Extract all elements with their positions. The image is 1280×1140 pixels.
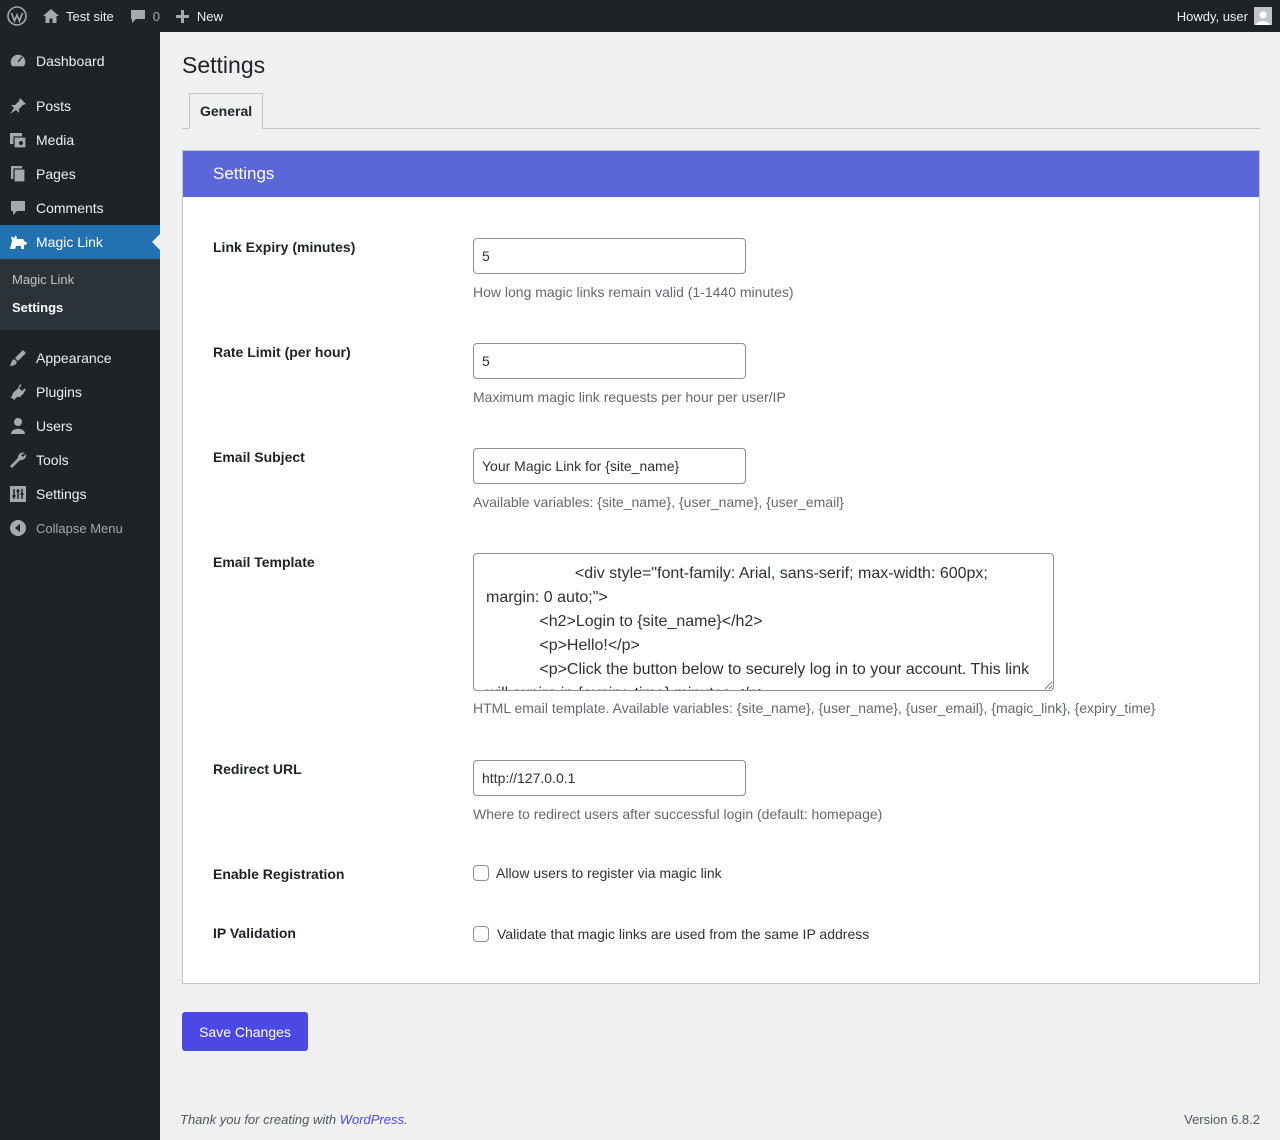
ip-validation-label: IP Validation	[213, 925, 296, 941]
ip-validation-checkbox[interactable]	[473, 926, 489, 942]
sidebar-item-label: Magic Link	[36, 234, 103, 250]
save-changes-button[interactable]: Save Changes	[182, 1012, 308, 1051]
email-template-description: HTML email template. Available variables…	[473, 700, 1156, 716]
footer-thanks-prefix: Thank you for creating with	[180, 1112, 340, 1127]
wordpress-logo-icon[interactable]	[0, 0, 34, 32]
email-subject-input[interactable]	[473, 448, 746, 484]
enable-registration-checkbox-label: Allow users to register via magic link	[496, 865, 722, 881]
sidebar-item-appearance[interactable]: Appearance	[0, 341, 160, 375]
rate-limit-description: Maximum magic link requests per hour per…	[473, 389, 786, 405]
sidebar-item-plugins[interactable]: Plugins	[0, 375, 160, 409]
rate-limit-label: Rate Limit (per hour)	[213, 344, 351, 360]
new-content-link[interactable]: New	[168, 0, 231, 32]
collapse-menu-label: Collapse Menu	[36, 520, 123, 536]
media-icon	[8, 130, 28, 150]
redirect-url-description: Where to redirect users after successful…	[473, 806, 883, 822]
link-expiry-label: Link Expiry (minutes)	[213, 239, 356, 255]
collapse-arrow-icon	[8, 518, 28, 538]
sidebar-item-label: Posts	[36, 98, 72, 114]
magic-link-submenu: Magic Link Settings	[0, 259, 160, 330]
enable-registration-label: Enable Registration	[213, 866, 345, 882]
my-account-link[interactable]: Howdy, user	[1169, 0, 1280, 32]
sidebar-item-label: Appearance	[36, 350, 112, 366]
comment-icon	[8, 198, 28, 218]
pages-icon	[8, 164, 28, 184]
email-template-label: Email Template	[213, 554, 315, 570]
rate-limit-input[interactable]	[473, 343, 746, 379]
sidebar-item-settings[interactable]: Settings	[0, 477, 160, 511]
submenu-item-magic-link[interactable]: Magic Link	[0, 266, 160, 294]
sidebar-item-tools[interactable]: Tools	[0, 443, 160, 477]
greeting: Howdy, user	[1176, 8, 1248, 24]
email-template-textarea[interactable]: <div style="font-family: Arial, sans-ser…	[473, 553, 1054, 691]
panel-header: Settings	[183, 151, 1259, 197]
sidebar-item-label: Dashboard	[36, 53, 105, 69]
main-content: Settings General Settings Link Expiry (m…	[160, 32, 1280, 1140]
paintbrush-icon	[8, 348, 28, 368]
link-expiry-description: How long magic links remain valid (1-144…	[473, 284, 794, 300]
site-name: Test site	[66, 8, 114, 24]
sidebar-item-label: Comments	[36, 200, 104, 216]
sidebar-item-label: Plugins	[36, 384, 82, 400]
ip-validation-option[interactable]: Validate that magic links are used from …	[473, 926, 869, 942]
footer-thanks: Thank you for creating with WordPress.	[180, 1112, 408, 1127]
sidebar-item-dashboard[interactable]: Dashboard	[0, 44, 160, 78]
email-subject-description: Available variables: {site_name}, {user_…	[473, 494, 844, 510]
sidebar-item-pages[interactable]: Pages	[0, 157, 160, 191]
site-name-link[interactable]: Test site	[34, 0, 122, 32]
magic-link-icon	[8, 232, 28, 252]
comments-count: 0	[152, 8, 160, 24]
tab-general[interactable]: General	[189, 93, 264, 129]
settings-panel: Settings Link Expiry (minutes) How long …	[182, 150, 1260, 984]
sidebar-item-comments[interactable]: Comments	[0, 191, 160, 225]
tab-bar: General	[182, 93, 1260, 129]
avatar	[1254, 7, 1272, 25]
wrench-icon	[8, 450, 28, 470]
comments-link[interactable]: 0	[122, 0, 168, 32]
dashboard-icon	[8, 51, 28, 71]
sidebar-item-users[interactable]: Users	[0, 409, 160, 443]
sidebar-item-media[interactable]: Media	[0, 123, 160, 157]
enable-registration-option[interactable]: Allow users to register via magic link	[473, 865, 722, 881]
user-icon	[8, 416, 28, 436]
sidebar-item-magic-link[interactable]: Magic Link	[0, 225, 160, 259]
collapse-menu-button[interactable]: Collapse Menu	[0, 511, 160, 545]
plug-icon	[8, 382, 28, 402]
plus-icon	[175, 9, 189, 23]
redirect-url-label: Redirect URL	[213, 761, 302, 777]
wordpress-link[interactable]: WordPress	[340, 1112, 404, 1127]
submenu-item-settings[interactable]: Settings	[0, 294, 160, 322]
footer-version: Version 6.8.2	[1184, 1112, 1260, 1127]
new-label: New	[196, 8, 223, 24]
admin-sidebar: Dashboard Posts Media Pages Comments Mag…	[0, 32, 160, 1140]
page-title: Settings	[182, 52, 266, 78]
enable-registration-checkbox[interactable]	[473, 865, 489, 881]
sidebar-item-label: Media	[36, 132, 75, 148]
ip-validation-checkbox-label: Validate that magic links are used from …	[497, 926, 870, 942]
sidebar-item-label: Tools	[36, 452, 69, 468]
footer-thanks-suffix: .	[404, 1112, 408, 1127]
sidebar-item-label: Pages	[36, 166, 76, 182]
sidebar-item-label: Settings	[36, 486, 87, 502]
sidebar-item-posts[interactable]: Posts	[0, 89, 160, 123]
home-icon	[42, 8, 60, 24]
pushpin-icon	[8, 96, 28, 116]
link-expiry-input[interactable]	[473, 238, 746, 274]
sidebar-item-label: Users	[36, 418, 73, 434]
comment-icon	[130, 9, 146, 24]
redirect-url-input[interactable]	[473, 760, 746, 796]
email-subject-label: Email Subject	[213, 449, 305, 465]
admin-bar: Test site 0 New Howdy, user	[0, 0, 1280, 32]
settings-sliders-icon	[8, 484, 28, 504]
